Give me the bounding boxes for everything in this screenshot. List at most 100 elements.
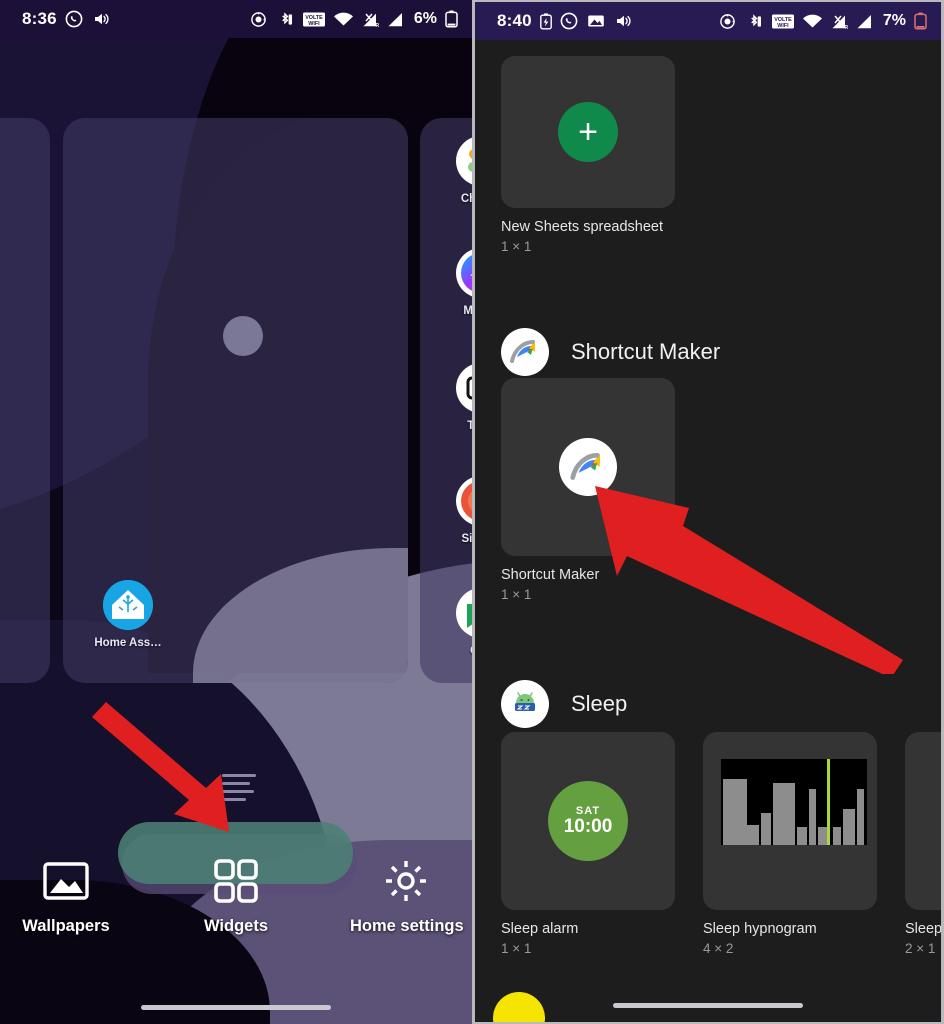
widget-preview-new-sheets[interactable]: + (501, 56, 675, 208)
gesture-handle-left[interactable] (141, 1005, 331, 1010)
whatsapp-icon (560, 12, 579, 31)
homescreen-page-current[interactable]: Home Ass… (63, 118, 408, 683)
volte-wifi-icon: VOLTE WIFI (771, 12, 794, 31)
homescreen-page-next[interactable]: Chits C Messe (420, 118, 472, 683)
home-assistant-icon (103, 580, 153, 630)
widget-size: 1 × 1 (501, 587, 532, 602)
chat-icon (456, 588, 472, 638)
homescreen-options-bar: Wallpapers Widgets Home settings (0, 855, 472, 936)
signal-icon (856, 12, 873, 31)
list-item[interactable]: ame C… (0, 378, 12, 447)
list-item-label: Cha (442, 645, 472, 657)
widget-size: 2 × 1 (905, 941, 936, 956)
battery-percent: 6% (413, 10, 437, 27)
wifi-icon (802, 12, 823, 31)
svg-text:R: R (844, 25, 848, 30)
widgets-grid-icon (180, 855, 292, 907)
list-item[interactable]: ancial (0, 568, 6, 637)
shortcut-maker-icon (559, 438, 617, 496)
sleep-alarm-time: 10:00 (563, 815, 613, 837)
list-item-label: Trink (467, 420, 472, 432)
trinket-icon: T (456, 363, 472, 413)
widgets-button[interactable]: Widgets (180, 855, 292, 936)
battery-icon (445, 10, 458, 29)
volte-wifi-icon: VOLTE WIFI (302, 10, 325, 29)
home-settings-label: Home settings (350, 917, 464, 935)
svg-text:R: R (375, 23, 379, 28)
widget-name: Sleep alarm (501, 921, 579, 937)
list-item-label: Home Ass… (94, 637, 162, 649)
widget-preview-sleep-partial[interactable] (905, 732, 941, 910)
list-item-label: SilentS (461, 533, 473, 545)
widget-name: New Sheets spreadsheet (501, 219, 664, 235)
plus-icon: + (558, 102, 618, 162)
widget-item-sleep-hypnogram[interactable]: Sleep hypnogram 4 × 2 (703, 732, 877, 956)
widget-item-sleep-alarm[interactable]: SAT 10:00 Sleep alarm 1 × 1 (501, 732, 675, 956)
widget-item-shortcut-maker[interactable]: Shortcut Maker 1 × 1 (501, 378, 675, 602)
widget-item-new-sheets[interactable]: + New Sheets spreadsheet 1 × 1 (501, 56, 675, 254)
battery-icon (914, 12, 927, 31)
wifi-icon (333, 10, 354, 29)
widget-picker-list[interactable]: + New Sheets spreadsheet 1 × 1 Shortcut (475, 40, 941, 1022)
status-bar-right: 8:40 VOLTE WIFI R 7% (475, 2, 941, 40)
list-item-label: Chits C (460, 193, 472, 205)
widget-name: Sleep (905, 921, 941, 937)
widget-size: 1 × 1 (501, 941, 532, 956)
wallpaper-dot (223, 316, 263, 356)
signal-roaming-icon: R (831, 12, 848, 31)
left-phone-screen: ame C… ancial (0, 0, 472, 1024)
gear-icon (350, 855, 462, 907)
widget-size: 1 × 1 (501, 239, 532, 254)
gesture-handle-right[interactable] (613, 1003, 803, 1008)
widget-preview-sleep-hypnogram[interactable] (703, 732, 877, 910)
widget-section-app-name: Shortcut Maker (571, 339, 721, 364)
alarm-icon (249, 10, 268, 29)
alarm-icon (718, 12, 737, 31)
list-item[interactable]: Chits C (442, 136, 472, 205)
widget-preview-sleep-alarm[interactable]: SAT 10:00 (501, 732, 675, 910)
widget-name: Sleep hypnogram (703, 921, 817, 937)
widget-section-header-sleep[interactable]: Sleep (501, 680, 627, 728)
menu-lines-decoration (222, 774, 256, 806)
widgets-label: Widgets (203, 917, 269, 935)
whatsapp-icon (65, 10, 84, 29)
volume-icon (92, 10, 111, 29)
volume-icon (614, 12, 633, 31)
wallpaper-icon (10, 855, 122, 907)
list-item[interactable]: T Trink (442, 363, 472, 432)
signal-icon (387, 10, 404, 29)
hypnogram-chart (721, 759, 867, 845)
sleep-alarm-clock-face: SAT 10:00 (548, 781, 628, 861)
list-item-label: ancial (0, 625, 6, 637)
homescreen-page-previous[interactable]: ame C… ancial (0, 118, 50, 683)
widget-size: 4 × 2 (703, 941, 734, 956)
svg-text:WIFI: WIFI (777, 23, 789, 29)
list-item[interactable]: Cha (442, 588, 472, 657)
bluetooth-icon (276, 10, 295, 29)
widget-section-app-name: Sleep (571, 691, 628, 716)
list-item[interactable]: Home Ass… (89, 580, 167, 649)
battery-percent: 7% (882, 12, 906, 29)
list-item[interactable]: SilentS (442, 476, 472, 545)
widget-section-header-shortcut-maker[interactable]: Shortcut Maker (501, 328, 720, 376)
list-item[interactable]: Messe (442, 248, 472, 317)
wallpapers-label: Wallpapers (22, 917, 110, 935)
home-settings-button[interactable]: Home settings (350, 855, 464, 936)
status-time: 8:36 (22, 9, 57, 28)
sleep-android-icon (501, 680, 549, 728)
signal-roaming-icon: R (362, 10, 379, 29)
dual-screenshot-container: ame C… ancial (0, 0, 944, 1024)
shortcut-maker-icon (501, 328, 549, 376)
widget-item-sleep-partial[interactable]: Sleep 2 × 1 (905, 732, 941, 956)
status-bar-left: 8:36 VOLTE WIFI R 6% (0, 0, 472, 38)
list-item-label: Messe (463, 305, 472, 317)
wallpapers-button[interactable]: Wallpapers (10, 855, 122, 936)
widget-name: Shortcut Maker (501, 567, 600, 583)
list-item[interactable] (0, 136, 14, 186)
silents-icon (456, 476, 472, 526)
widget-preview-shortcut-maker[interactable] (501, 378, 675, 556)
app-icon-chits (456, 136, 472, 186)
messenger-icon (456, 248, 472, 298)
status-time: 8:40 (497, 11, 532, 30)
battery-saver-icon (539, 12, 552, 31)
